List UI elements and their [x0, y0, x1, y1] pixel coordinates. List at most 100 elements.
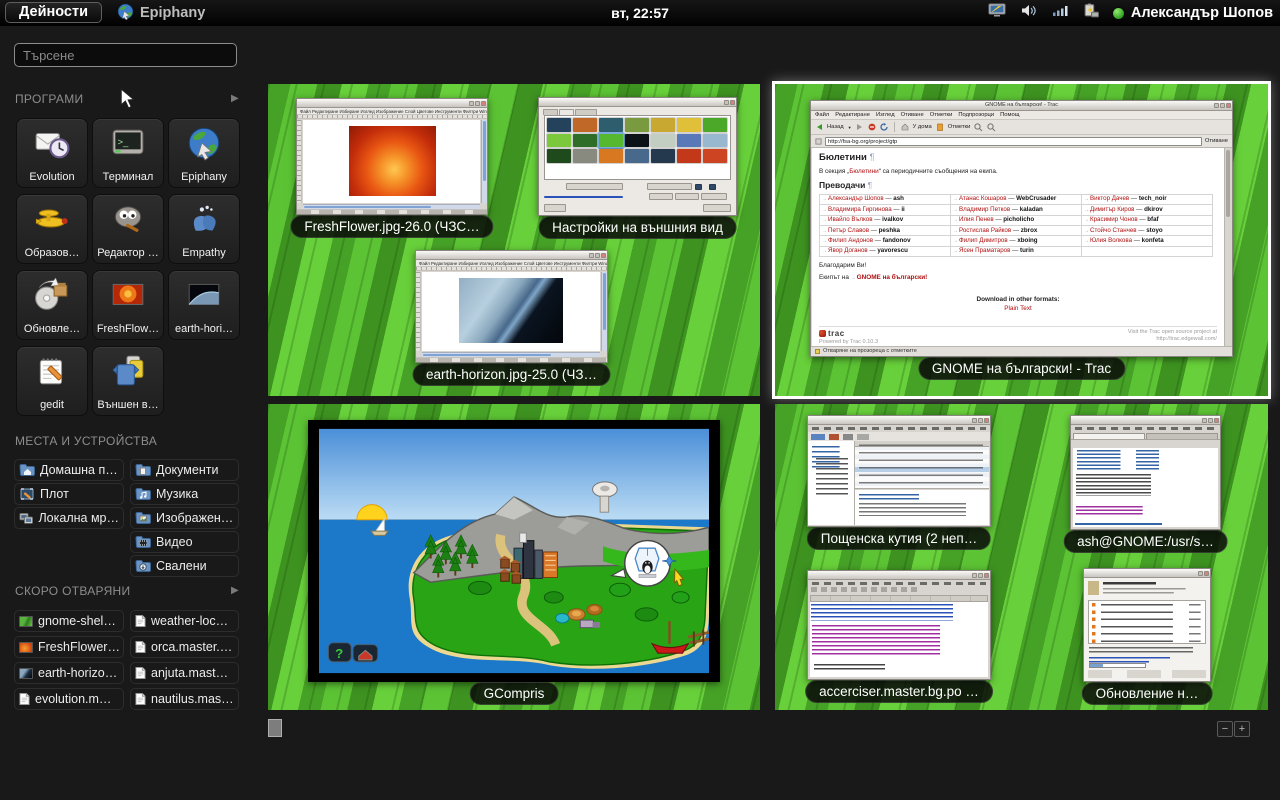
app-tile-gimp[interactable]: Редактор …: [92, 194, 164, 264]
recent-item[interactable]: orca.master.…: [130, 636, 239, 658]
display-icon[interactable]: [988, 3, 1006, 23]
place-downloads[interactable]: Свалени: [130, 555, 239, 577]
app-tile-freshflower[interactable]: FreshFlow…: [92, 270, 164, 340]
search-input[interactable]: [14, 43, 237, 67]
window-caption[interactable]: GCompris: [470, 682, 559, 705]
workspace-2-active[interactable]: GNOME на български! - Trac ФайлРедактира…: [775, 84, 1268, 396]
wallpaper-thumbnail[interactable]: [625, 134, 649, 148]
recent-item[interactable]: nautilus.mas…: [130, 688, 239, 710]
window-gimp-earth[interactable]: Файл Редактиране Избиране Изглед Изображ…: [415, 250, 608, 363]
wallpaper-thumbnail[interactable]: [573, 118, 597, 132]
wallpaper-thumbnail[interactable]: [599, 149, 623, 163]
wallpaper-thumbnail[interactable]: [599, 134, 623, 148]
scrollbar[interactable]: [1224, 148, 1231, 346]
window-caption[interactable]: ash@GNOME:/usr/s…: [1063, 530, 1228, 553]
place-pictures[interactable]: Изображен…: [130, 507, 239, 529]
wallpaper-thumbnail[interactable]: [651, 118, 675, 132]
go-button[interactable]: Отиване: [1205, 138, 1228, 144]
wallpaper-thumbnail[interactable]: [547, 134, 571, 148]
wallpaper-thumbnail[interactable]: [625, 149, 649, 163]
svg-text:>_: >_: [117, 137, 129, 148]
wallpaper-thumbnail[interactable]: [677, 134, 701, 148]
screenshot-thumbnail-icon: [19, 616, 33, 627]
wallpaper-thumbnail[interactable]: [599, 118, 623, 132]
wallpaper-thumbnail[interactable]: [677, 149, 701, 163]
zoom-out-icon[interactable]: [987, 123, 996, 132]
bookmarks-icon[interactable]: [936, 123, 944, 131]
app-tile-empathy[interactable]: Empathy: [168, 194, 240, 264]
home-icon[interactable]: [901, 123, 909, 131]
place-local-network[interactable]: Локална мр…: [14, 507, 124, 529]
tab[interactable]: [1146, 433, 1218, 439]
app-tile-gcompris[interactable]: Образов…: [16, 194, 88, 264]
wallpaper-thumbnail[interactable]: [625, 118, 649, 132]
app-tile-terminal[interactable]: >_ Терминал: [92, 118, 164, 188]
programs-expander-icon[interactable]: ▶: [231, 93, 239, 104]
workspace-1[interactable]: Файл Редактиране Избиране Изглед Изображ…: [268, 84, 760, 396]
wallpaper-thumbnail[interactable]: [703, 118, 727, 132]
remove-workspace-button[interactable]: −: [1217, 721, 1233, 737]
window-terminal[interactable]: ash@GNOME:/usr/s…: [1070, 415, 1221, 530]
deco: [709, 184, 716, 190]
window-caption[interactable]: FreshFlower.jpg-26.0 (ЧЗС…: [290, 215, 493, 238]
window-evolution-mail[interactable]: Пощенска кутия (2 неп…: [807, 415, 991, 527]
add-workspace-button[interactable]: +: [1234, 721, 1250, 737]
recent-item[interactable]: weather-loc…: [130, 610, 239, 632]
user-menu[interactable]: Александър Шопов: [1113, 5, 1273, 21]
app-tile-appearance[interactable]: Външен в…: [92, 346, 164, 416]
app-tile-gedit[interactable]: gedit: [16, 346, 88, 416]
dialog-buttons[interactable]: [1088, 670, 1206, 678]
wallpaper-thumbnail[interactable]: [677, 118, 701, 132]
window-gimp-freshflower[interactable]: Файл Редактиране Избиране Изглед Изображ…: [296, 98, 488, 215]
back-icon[interactable]: [815, 123, 823, 131]
battery-icon[interactable]: [1082, 3, 1099, 23]
reload-icon[interactable]: [880, 123, 888, 131]
wallpaper-thumbnail[interactable]: [651, 149, 675, 163]
window-caption[interactable]: accerciser.master.bg.po …: [805, 680, 993, 703]
wallpaper-thumbnail[interactable]: [573, 149, 597, 163]
window-epiphany-trac[interactable]: GNOME на български! - Trac ФайлРедактира…: [810, 100, 1233, 357]
place-music[interactable]: Музика: [130, 483, 239, 505]
workspace-indicator[interactable]: [268, 719, 282, 737]
workspace-3[interactable]: ? GCompris: [268, 404, 760, 710]
menubar: [1075, 427, 1216, 430]
window-caption[interactable]: Обновление н…: [1082, 682, 1213, 705]
workspace-4[interactable]: Пощенска кутия (2 неп… ash@GNOME:/usr/s……: [775, 404, 1268, 710]
place-videos[interactable]: Видео: [130, 531, 239, 553]
window-caption[interactable]: earth-horizon.jpg-25.0 (ЧЗ…: [412, 363, 611, 386]
window-caption[interactable]: Настройки на външния вид: [538, 216, 737, 239]
window-appearance-prefs[interactable]: Настройки на външния вид: [538, 97, 737, 216]
wallpaper-thumbnail[interactable]: [651, 134, 675, 148]
app-tile-epiphany[interactable]: Epiphany: [168, 118, 240, 188]
place-documents[interactable]: Документи: [130, 459, 239, 481]
app-tile-updates[interactable]: Обновле…: [16, 270, 88, 340]
chevron-down-icon[interactable]: ▼: [848, 125, 852, 130]
recent-item[interactable]: gnome-shel…: [14, 610, 124, 632]
window-update-manager[interactable]: Обновление н…: [1083, 568, 1211, 682]
window-gcompris[interactable]: ? GCompris: [308, 420, 720, 682]
window-caption[interactable]: Пощенска кутия (2 неп…: [807, 527, 991, 550]
app-tile-evolution[interactable]: Evolution: [16, 118, 88, 188]
zoom-in-icon[interactable]: [974, 123, 983, 132]
wallpaper-thumbnail[interactable]: [547, 149, 571, 163]
app-tile-earth-horizon[interactable]: earth-hori…: [168, 270, 240, 340]
forward-icon[interactable]: [856, 123, 864, 131]
recent-item[interactable]: anjuta.mast…: [130, 662, 239, 684]
wallpaper-thumbnail[interactable]: [547, 118, 571, 132]
wallpaper-thumbnail[interactable]: [703, 149, 727, 163]
recent-expander-icon[interactable]: ▶: [231, 585, 239, 596]
url-input[interactable]: http://fsa-bg.org/project/gtp: [825, 137, 1202, 146]
recent-item[interactable]: earth-horizo…: [14, 662, 124, 684]
tab[interactable]: [1073, 433, 1145, 439]
network-signal-icon[interactable]: [1052, 4, 1068, 22]
recent-item[interactable]: evolution.m…: [14, 688, 124, 710]
wallpaper-thumbnail[interactable]: [703, 134, 727, 148]
place-desktop[interactable]: Плот: [14, 483, 124, 505]
stop-icon[interactable]: [868, 123, 876, 131]
volume-icon[interactable]: [1020, 3, 1038, 23]
window-gedit-po-file[interactable]: accerciser.master.bg.po …: [807, 570, 991, 680]
recent-item[interactable]: FreshFlower…: [14, 636, 124, 658]
place-home[interactable]: Домашна п…: [14, 459, 124, 481]
wallpaper-thumbnail[interactable]: [573, 134, 597, 148]
window-caption[interactable]: GNOME на български! - Trac: [918, 357, 1125, 380]
